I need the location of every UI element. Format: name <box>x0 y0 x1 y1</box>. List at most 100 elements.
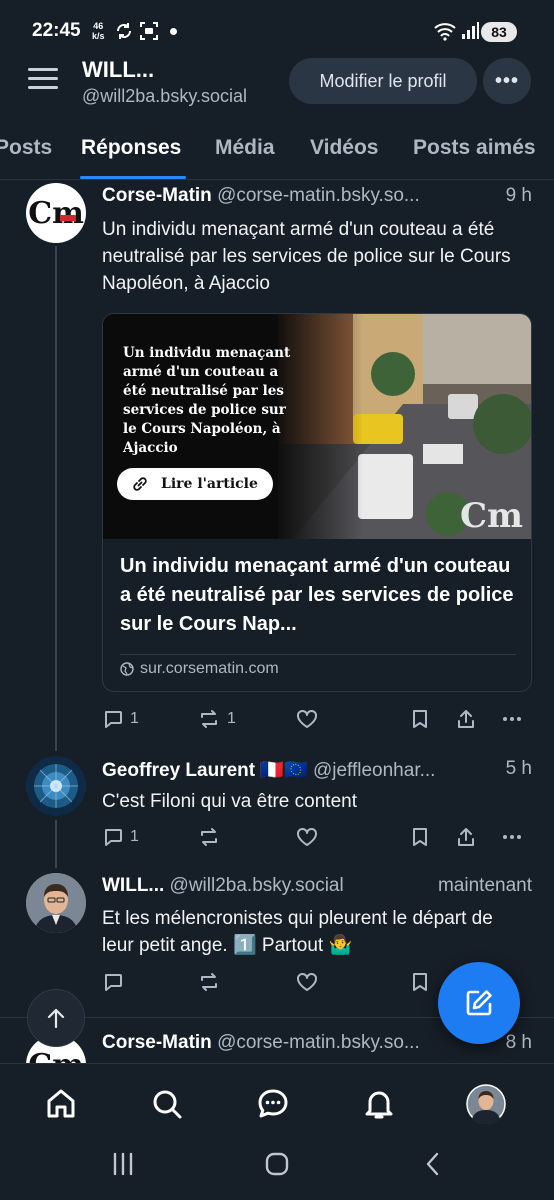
like-button[interactable] <box>295 708 319 730</box>
svg-text:Cm: Cm <box>460 496 523 536</box>
back-icon[interactable] <box>420 1151 446 1177</box>
repost-icon <box>201 973 217 991</box>
post-text[interactable]: Et les mélencronistes qui pleurent le dé… <box>102 905 512 959</box>
post-handle[interactable]: @corse-matin.bsky.so... <box>217 1032 420 1053</box>
post-time: maintenant <box>437 875 532 896</box>
network-speed: 46 k/s <box>92 21 105 41</box>
reply-button[interactable]: 1 <box>102 826 139 848</box>
more-options-button[interactable]: ••• <box>483 58 531 104</box>
repost-icon <box>201 828 217 846</box>
post-actions: 1 1 <box>102 708 532 736</box>
share-button[interactable] <box>455 708 477 730</box>
bottom-navigation <box>0 1063 554 1143</box>
tab-videos[interactable]: Vidéos <box>310 136 378 160</box>
read-article-button: Lire l'article <box>117 468 273 500</box>
post-handle[interactable]: @jeffleonhar... <box>313 760 435 781</box>
bookmark-icon <box>413 828 427 846</box>
compose-icon <box>466 990 492 1016</box>
reply-icon <box>105 829 122 846</box>
heart-icon <box>297 827 317 846</box>
status-time: 22:45 <box>32 20 81 41</box>
nav-home[interactable] <box>41 1084 81 1124</box>
repost-icon <box>201 710 217 728</box>
post-header: Corse-Matin @corse-matin.bsky.so... <box>102 185 534 207</box>
nav-notifications[interactable] <box>359 1084 399 1124</box>
globe-icon <box>120 662 134 676</box>
tab-media[interactable]: Média <box>215 136 275 160</box>
reply-button[interactable] <box>102 971 124 993</box>
tab-liked-posts[interactable]: Posts aimés <box>413 136 536 160</box>
post-actions: 1 <box>102 826 532 854</box>
link-card-image-text: Un individu menaçant armé d'un couteau a… <box>123 345 291 456</box>
nav-chat[interactable] <box>253 1084 293 1124</box>
arrow-up-icon <box>47 1008 65 1029</box>
profile-avatar <box>466 1084 506 1124</box>
reply-button[interactable]: 1 <box>102 708 139 730</box>
post-author[interactable]: WILL... <box>102 875 164 896</box>
heart-icon <box>297 972 317 991</box>
chat-icon <box>258 1089 288 1118</box>
post-text[interactable]: C'est Filoni qui va être content <box>102 788 542 815</box>
post-time: 9 h <box>505 185 532 206</box>
bell-icon <box>365 1091 393 1119</box>
search-icon <box>153 1090 182 1119</box>
status-bar: 22:45 46 k/s 83 <box>0 0 554 62</box>
svg-text:Cm: Cm <box>28 196 84 231</box>
home-icon <box>47 1089 75 1118</box>
like-button[interactable] <box>295 971 319 993</box>
repost-button[interactable]: 1 <box>197 708 236 730</box>
avatar[interactable] <box>26 873 86 933</box>
post-author[interactable]: Corse-Matin <box>102 185 212 206</box>
post-more-button[interactable] <box>500 826 524 848</box>
post-author[interactable]: Geoffrey Laurent 🇫🇷🇪🇺 <box>102 760 308 781</box>
reply-icon <box>105 711 122 728</box>
post-time: 8 h <box>505 1032 532 1053</box>
share-icon <box>458 710 474 728</box>
bookmark-button[interactable] <box>410 826 430 848</box>
menu-icon[interactable] <box>28 68 58 94</box>
post-handle[interactable]: @corse-matin.bsky.so... <box>217 185 420 206</box>
profile-handle: @will2ba.bsky.social <box>82 86 247 106</box>
post-handle[interactable]: @will2ba.bsky.social <box>170 875 344 896</box>
link-card-divider <box>120 654 516 655</box>
signal-icon <box>462 22 479 39</box>
avatar[interactable] <box>26 756 86 816</box>
like-button[interactable] <box>295 826 319 848</box>
post-more-button[interactable] <box>500 708 524 730</box>
nav-profile[interactable] <box>466 1084 506 1124</box>
profile-tabs: Posts Réponses Média Vidéos Posts aimés <box>0 126 554 180</box>
home-system-icon[interactable] <box>264 1151 290 1177</box>
profile-name: WILL... <box>82 57 155 82</box>
recent-apps-icon[interactable] <box>110 1151 136 1177</box>
post-time: 5 h <box>505 758 532 779</box>
post-author[interactable]: Corse-Matin <box>102 1032 212 1053</box>
post-text[interactable]: Un individu menaçant armé d'un couteau a… <box>102 216 542 297</box>
repost-button[interactable] <box>197 826 221 848</box>
sync-icon <box>116 23 132 39</box>
link-card-image: Cm Un individu menaçant armé d'un coutea… <box>103 314 531 539</box>
share-icon <box>458 828 474 846</box>
edit-profile-button[interactable]: Modifier le profil <box>289 58 477 104</box>
repost-button[interactable] <box>197 971 221 993</box>
link-card-domain: sur.corsematin.com <box>120 660 279 678</box>
thread-line <box>55 820 57 868</box>
bookmark-icon <box>413 710 427 728</box>
avatar[interactable]: Cm <box>26 183 86 243</box>
notification-dot <box>170 28 177 35</box>
screen-record-icon <box>140 22 158 40</box>
share-button[interactable] <box>455 826 477 848</box>
nav-search[interactable] <box>147 1084 187 1124</box>
reply-icon <box>105 974 122 991</box>
bookmark-button[interactable] <box>410 971 430 993</box>
tab-replies[interactable]: Réponses <box>81 136 181 160</box>
compose-button[interactable] <box>438 962 520 1044</box>
scroll-to-top-button[interactable] <box>27 989 85 1047</box>
link-icon <box>133 477 147 491</box>
link-card[interactable]: Cm Un individu menaçant armé d'un coutea… <box>102 313 532 692</box>
heart-icon <box>297 709 317 728</box>
bookmark-icon <box>413 973 427 991</box>
post-header: WILL... @will2ba.bsky.social <box>102 875 402 897</box>
tab-posts[interactable]: Posts <box>0 136 52 160</box>
bookmark-button[interactable] <box>410 708 430 730</box>
link-card-title: Un individu menaçant armé d'un couteau a… <box>120 555 514 635</box>
